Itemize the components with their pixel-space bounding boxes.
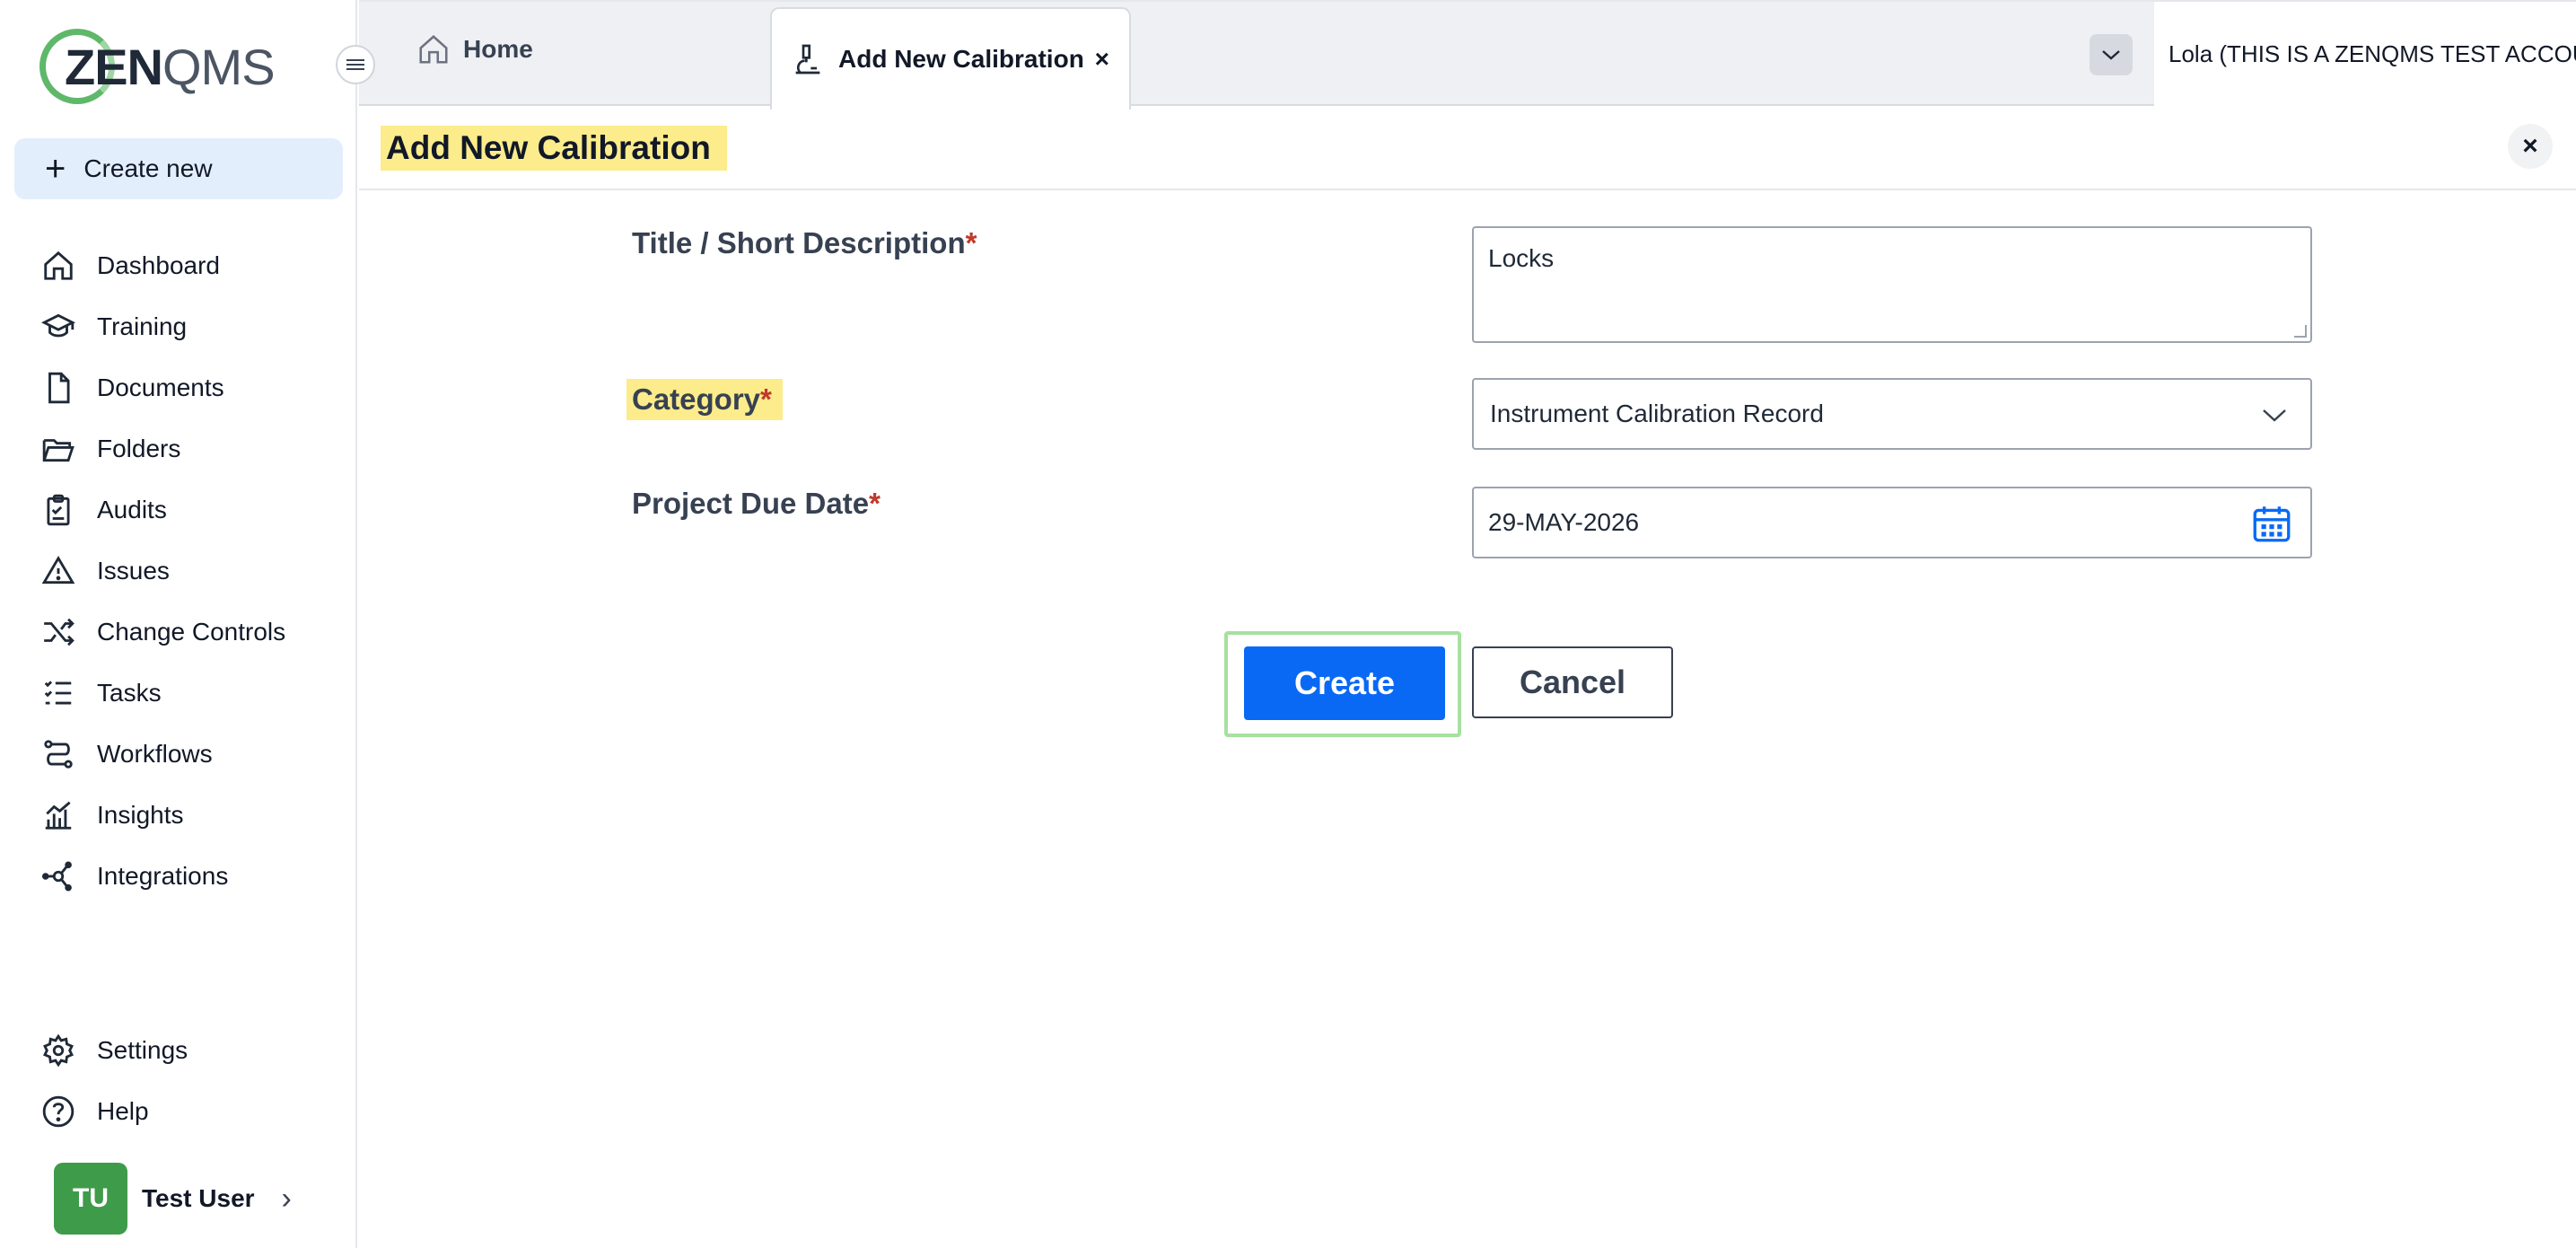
- resize-handle-icon[interactable]: [2294, 325, 2307, 338]
- sidebar-item-label: Workflows: [97, 740, 213, 768]
- folder-open-icon: [42, 439, 74, 462]
- tab-home[interactable]: Home: [416, 32, 533, 66]
- sidebar-item-label: Dashboard: [97, 251, 220, 279]
- plus-icon: +: [45, 149, 66, 189]
- title-field-label: Title / Short Description*: [632, 226, 977, 260]
- chevron-down-icon: [2102, 50, 2120, 60]
- home-icon: [44, 250, 73, 280]
- sidebar-item-help[interactable]: Help: [0, 1081, 355, 1142]
- avatar: TU: [54, 1163, 127, 1235]
- sidebar-item-label: Settings: [97, 1036, 188, 1064]
- title-input-value: Locks: [1488, 244, 1555, 272]
- sidebar-item-label: Integrations: [97, 862, 229, 890]
- user-name: Test User: [142, 1184, 255, 1212]
- document-icon: [48, 372, 70, 404]
- warning-triangle-icon: [41, 555, 75, 584]
- sidebar-item-documents[interactable]: Documents: [0, 357, 355, 418]
- sidebar-item-label: Tasks: [97, 679, 162, 707]
- create-new-label: Create new: [83, 154, 213, 182]
- sidebar-item-insights[interactable]: Insights: [0, 785, 355, 846]
- sidebar-item-workflows[interactable]: Workflows: [0, 724, 355, 785]
- sidebar-item-folders[interactable]: Folders: [0, 418, 355, 479]
- network-icon: [41, 861, 72, 892]
- sidebar-item-label: Audits: [97, 496, 167, 523]
- title-label-text: Title / Short Description: [632, 226, 966, 259]
- zenqms-logo[interactable]: ZENQMS: [39, 25, 276, 108]
- required-marker: *: [869, 487, 881, 520]
- page-header: Add New Calibration ×: [359, 106, 2576, 190]
- required-marker: *: [760, 382, 772, 416]
- sidebar-collapse-button[interactable]: [336, 45, 375, 84]
- gear-icon: [43, 1033, 74, 1068]
- account-label[interactable]: Lola (THIS IS A ZENQMS TEST ACCOUNT): [2154, 2, 2576, 106]
- account-name: Lola (THIS IS A ZENQMS TEST ACCOUNT): [2169, 40, 2576, 67]
- sidebar-item-label: Documents: [97, 374, 224, 401]
- sidebar-item-label: Training: [97, 312, 188, 340]
- workflow-icon: [44, 740, 73, 769]
- category-select-value: Instrument Calibration Record: [1490, 400, 1824, 427]
- tab-home-label: Home: [463, 35, 533, 63]
- clipboard-check-icon: [47, 494, 70, 526]
- create-new-button[interactable]: + Create new: [14, 138, 343, 199]
- category-select[interactable]: Instrument Calibration Record: [1472, 378, 2312, 450]
- due-date-field-label: Project Due Date*: [632, 487, 881, 521]
- chevron-right-icon: ›: [281, 1181, 292, 1216]
- chart-icon: [45, 801, 72, 830]
- close-page-button[interactable]: ×: [2508, 124, 2553, 169]
- hamburger-icon: [346, 57, 364, 73]
- shuffle-icon: [44, 618, 74, 646]
- help-circle-icon: [42, 1095, 74, 1128]
- due-date-input[interactable]: 29-MAY-2026: [1472, 487, 2312, 558]
- checklist-icon: [44, 681, 72, 705]
- sidebar-item-label: Help: [97, 1097, 149, 1125]
- sidebar-item-label: Issues: [97, 557, 170, 584]
- user-menu[interactable]: TU Test User ›: [54, 1163, 292, 1235]
- sidebar-item-label: Change Controls: [97, 618, 286, 646]
- sidebar-item-change-controls[interactable]: Change Controls: [0, 602, 355, 663]
- sidebar-item-tasks[interactable]: Tasks: [0, 663, 355, 724]
- due-date-label-text: Project Due Date: [632, 487, 870, 520]
- tab-add-new-calibration[interactable]: Add New Calibration ×: [770, 7, 1131, 110]
- sidebar-item-settings[interactable]: Settings: [0, 1020, 355, 1081]
- tab-label: Add New Calibration: [838, 45, 1084, 73]
- chevron-down-icon: [2263, 409, 2286, 422]
- create-button[interactable]: Create: [1244, 646, 1445, 720]
- sidebar-item-label: Insights: [97, 801, 184, 829]
- bottom-nav: Settings Help: [0, 1020, 355, 1142]
- category-field-label: Category*: [626, 379, 783, 420]
- tab-bar: Home Add New Calibration × Lola (THIS IS…: [359, 0, 2576, 110]
- sidebar-item-integrations[interactable]: Integrations: [0, 846, 355, 907]
- category-label-text: Category: [632, 382, 761, 416]
- logo-text: ZENQMS: [65, 39, 276, 95]
- graduation-cap-icon: [41, 313, 75, 338]
- microscope-icon: [795, 44, 820, 75]
- tabs-dropdown-button[interactable]: [2090, 34, 2133, 75]
- sidebar-item-issues[interactable]: Issues: [0, 541, 355, 602]
- cancel-button[interactable]: Cancel: [1472, 646, 1673, 718]
- sidebar-item-training[interactable]: Training: [0, 296, 355, 357]
- sidebar: ZENQMS + Create new Dashboard Training D…: [0, 0, 357, 1248]
- title-input[interactable]: Locks: [1472, 226, 2312, 343]
- sidebar-item-label: Folders: [97, 435, 181, 462]
- calendar-icon[interactable]: [2249, 501, 2294, 546]
- due-date-input-value: 29-MAY-2026: [1488, 508, 1640, 536]
- sidebar-item-audits[interactable]: Audits: [0, 479, 355, 541]
- tab-close-icon[interactable]: ×: [1095, 45, 1109, 74]
- page-title: Add New Calibration: [381, 126, 727, 171]
- required-marker: *: [965, 226, 977, 259]
- home-icon: [419, 35, 448, 64]
- sidebar-item-dashboard[interactable]: Dashboard: [0, 235, 355, 296]
- main-nav: Dashboard Training Documents Folders Aud…: [0, 235, 355, 907]
- close-icon: ×: [2522, 131, 2538, 161]
